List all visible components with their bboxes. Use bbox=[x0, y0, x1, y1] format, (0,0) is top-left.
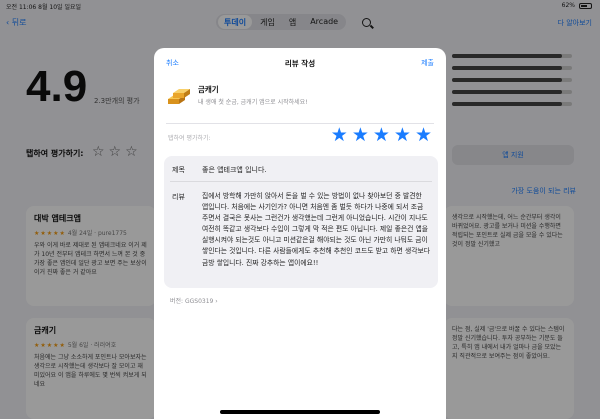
review-title-field[interactable]: 좋은 앱테크앱 입니다. bbox=[202, 165, 267, 175]
review-form: 제목 좋은 앱테크앱 입니다. 리뷰 집에서 방학해 가만히 앉아서 돈을 벌 … bbox=[164, 156, 438, 288]
gold-bars-icon bbox=[166, 82, 192, 108]
app-name: 금캐기 bbox=[198, 85, 219, 94]
chevron-right-icon: › bbox=[213, 298, 218, 305]
app-info bbox=[166, 82, 192, 108]
write-review-sheet: 리뷰 작성 취소 제출 금캐기 내 생애 첫 순금, 금캐기 앱으로 시작하세요… bbox=[154, 48, 446, 419]
star-icon-4[interactable]: ★ bbox=[394, 124, 411, 146]
title-label: 제목 bbox=[172, 166, 185, 174]
star-icon-2[interactable]: ★ bbox=[352, 124, 369, 146]
review-label: 리뷰 bbox=[172, 193, 185, 201]
sheet-header: 리뷰 작성 취소 제출 bbox=[154, 48, 446, 78]
submit-button[interactable]: 제출 bbox=[421, 58, 434, 68]
star-icon-3[interactable]: ★ bbox=[373, 124, 390, 146]
sheet-title: 리뷰 작성 bbox=[284, 59, 316, 68]
star-icon-1[interactable]: ★ bbox=[331, 124, 348, 146]
home-indicator[interactable] bbox=[220, 410, 380, 414]
version-label: 버전: GGS0319 › bbox=[170, 296, 218, 305]
review-body-field[interactable]: 집에서 방학해 가만히 앉아서 돈을 벌 수 있는 방법이 없나 찾아보던 중 … bbox=[202, 191, 430, 269]
tap-to-rate-label: 탭하여 평가하기: bbox=[168, 135, 211, 142]
cancel-button[interactable]: 취소 bbox=[166, 58, 179, 68]
divider bbox=[170, 181, 432, 182]
star-rating-control: ★ ★ ★ ★ ★ bbox=[331, 124, 432, 146]
star-icon-5[interactable]: ★ bbox=[415, 124, 432, 146]
app-subtitle: 내 생애 첫 순금, 금캐기 앱으로 시작하세요! bbox=[198, 99, 308, 106]
version-text: 버전: GGS0319 bbox=[170, 298, 214, 305]
